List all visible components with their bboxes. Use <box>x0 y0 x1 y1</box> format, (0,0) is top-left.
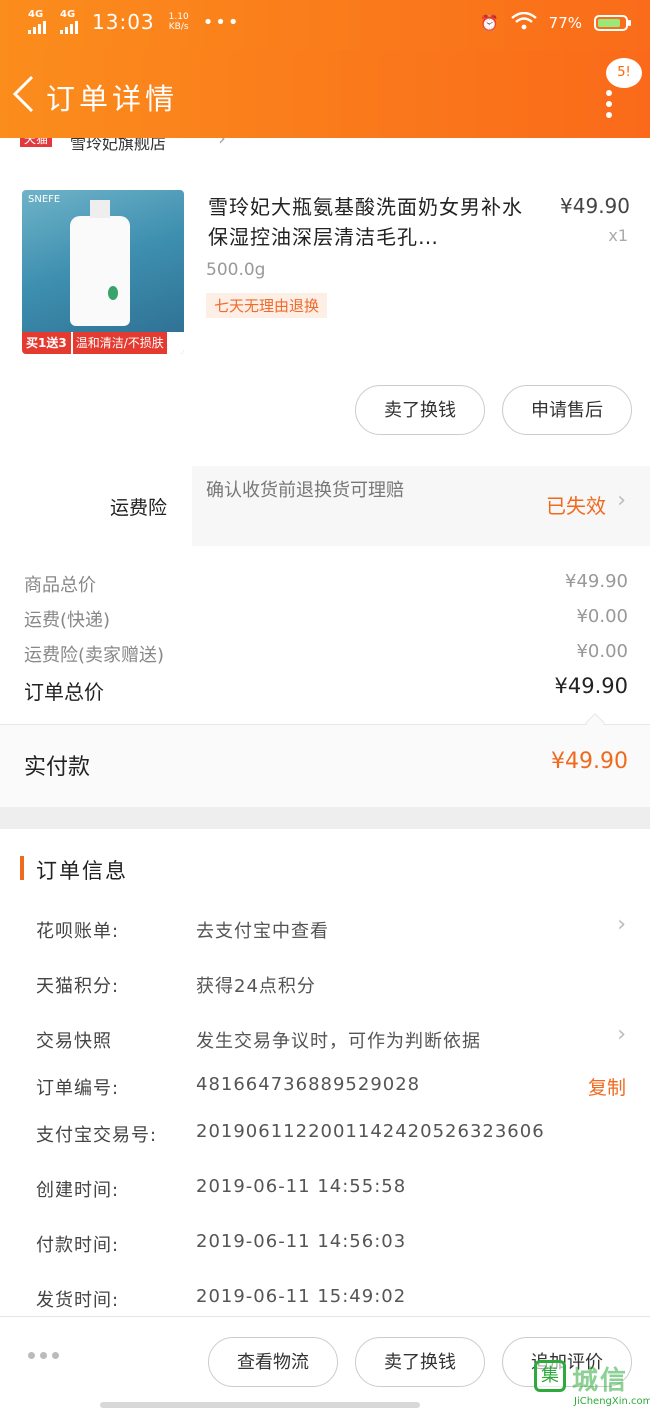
shop-row[interactable]: 天猫 雪玲妃旗舰店 › <box>20 138 640 156</box>
insurance-status[interactable]: 已失效 <box>546 490 606 519</box>
net-speed-value: 1.10 <box>168 12 189 22</box>
info-label: 花呗账单: <box>36 921 120 942</box>
product-title[interactable]: 雪玲妃大瓶氨基酸洗面奶女男补水保湿控油深层清洁毛孔… <box>208 192 528 252</box>
chevron-right-icon: › <box>617 488 626 513</box>
alipay-trade-number: 2019061122001142420526323606 <box>196 1121 545 1142</box>
info-label: 订单编号: <box>36 1078 120 1099</box>
insurance-label: 运费险 <box>110 497 168 519</box>
nav-bar: 订单详情 5! <box>0 50 650 138</box>
wifi-icon <box>510 11 537 34</box>
watermark-url: JiChengXin.com <box>574 1396 650 1407</box>
network-type: 4G <box>60 9 76 20</box>
fee-value: ¥0.00 <box>576 606 628 627</box>
fee-label: 运费(快递) <box>24 610 111 631</box>
alarm-icon: ⏰ <box>479 14 499 32</box>
product-promo-banner: 买1送3 温和清洁/不损肤 <box>22 332 184 354</box>
product-spec: 500.0g <box>206 260 266 280</box>
order-number: 481664736889529028 <box>196 1074 421 1095</box>
battery-percent: 77% <box>548 14 582 32</box>
snapshot-link[interactable]: 发生交易争议时，可作为判断依据 <box>196 1027 481 1053</box>
shipped-time: 2019-06-11 15:49:02 <box>196 1286 407 1307</box>
order-info-title: 订单信息 <box>36 859 128 883</box>
bottle-graphic <box>70 200 130 326</box>
promo-tagline: 温和清洁/不损肤 <box>72 332 167 354</box>
info-label: 付款时间: <box>36 1235 120 1256</box>
tmall-tag: 天猫 <box>20 138 53 147</box>
order-total-value: ¥49.90 <box>554 674 628 698</box>
info-label: 天猫积分: <box>36 976 120 997</box>
info-label: 交易快照 <box>36 1031 112 1052</box>
battery-icon <box>594 15 631 31</box>
info-label: 创建时间: <box>36 1180 120 1201</box>
info-label: 支付宝交易号: <box>36 1125 158 1146</box>
signal-icon-1: 4G <box>28 10 46 34</box>
status-bar: 4G 4G 13:03 1.10 KB/s ••• ⏰ 77% <box>0 0 650 50</box>
chevron-right-icon[interactable]: › <box>617 1022 626 1047</box>
fee-label: 运费险(卖家赠送) <box>24 645 165 666</box>
more-notifications-icon: ••• <box>202 11 241 33</box>
product-quantity: x1 <box>608 226 628 245</box>
info-value: 获得24点积分 <box>196 976 316 997</box>
copy-button[interactable]: 复制 <box>588 1073 626 1100</box>
net-speed: 1.10 KB/s <box>169 12 189 32</box>
more-actions-icon[interactable] <box>28 1352 59 1359</box>
paid-label: 实付款 <box>24 755 91 780</box>
page-title: 订单详情 <box>46 82 179 116</box>
order-total-label: 订单总价 <box>24 680 104 704</box>
leaf-icon <box>108 286 118 300</box>
signal-icon-2: 4G <box>60 10 78 34</box>
watermark-logo-icon: 集 <box>534 1360 566 1392</box>
product-image[interactable]: SNEFE 买1送3 温和清洁/不损肤 <box>22 190 184 354</box>
chevron-right-icon[interactable]: › <box>617 912 626 937</box>
fee-label: 商品总价 <box>24 575 96 596</box>
watermark: 集 城信 JiChengXin.com <box>534 1360 650 1408</box>
clock: 13:03 <box>92 10 155 34</box>
info-label: 发货时间: <box>36 1290 120 1311</box>
promo-tag: 买1送3 <box>22 332 71 354</box>
back-button[interactable] <box>10 74 36 121</box>
net-speed-unit: KB/s <box>168 22 189 32</box>
sell-swap-button[interactable]: 卖了换钱 <box>355 1337 485 1387</box>
fee-value: ¥49.90 <box>565 571 628 592</box>
paid-time: 2019-06-11 14:56:03 <box>196 1231 407 1252</box>
sell-swap-button[interactable]: 卖了换钱 <box>355 385 485 435</box>
insurance-text: 确认收货前退换货可理赔 <box>206 480 404 501</box>
section-gap <box>0 807 650 829</box>
product-brand-text: SNEFE <box>28 194 61 205</box>
home-indicator <box>100 1402 420 1408</box>
paid-value: ¥49.90 <box>551 749 628 774</box>
shop-name: 雪玲妃旗舰店 <box>70 138 167 153</box>
return-policy-badge: 七天无理由退换 <box>206 293 328 318</box>
product-price: ¥49.90 <box>560 194 630 218</box>
message-badge[interactable]: 5! <box>606 58 642 88</box>
chevron-right-icon: › <box>218 138 226 150</box>
view-logistics-button[interactable]: 查看物流 <box>208 1337 338 1387</box>
after-sale-button[interactable]: 申请售后 <box>502 385 632 435</box>
section-accent-bar <box>20 856 24 880</box>
watermark-text: 城信 <box>572 1366 629 1396</box>
huabei-link[interactable]: 去支付宝中查看 <box>196 917 329 943</box>
network-type: 4G <box>28 9 44 20</box>
fee-value: ¥0.00 <box>576 641 628 662</box>
chevron-left-icon <box>12 75 34 113</box>
created-time: 2019-06-11 14:55:58 <box>196 1176 407 1197</box>
more-menu-icon[interactable] <box>606 90 612 118</box>
